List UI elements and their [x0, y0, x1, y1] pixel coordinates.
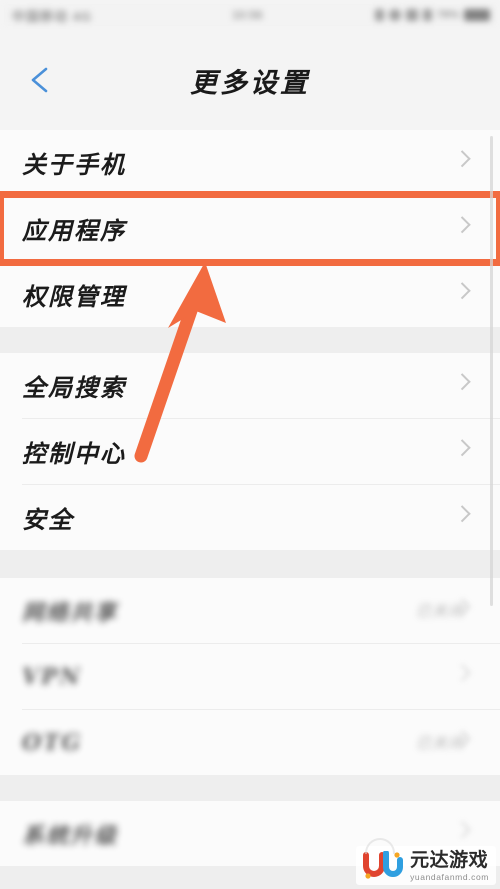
- chevron-right-glyph: [453, 281, 471, 299]
- page-title: 更多设置: [190, 67, 310, 99]
- settings-row-label: 网络共享: [22, 599, 119, 626]
- chevron-right-icon: [453, 644, 484, 709]
- settings-row-label: 应用程序: [22, 216, 126, 245]
- settings-row-label: 系统升级: [22, 822, 119, 849]
- settings-row[interactable]: OTG 已关闭: [0, 710, 500, 775]
- settings-row[interactable]: 全局搜索: [0, 353, 500, 418]
- chevron-left-icon: [31, 67, 48, 93]
- chevron-right-icon: [453, 485, 484, 550]
- group-separator: [0, 327, 500, 353]
- watermark-title: 元达游戏: [410, 849, 489, 871]
- settings-row-label: 权限管理: [22, 282, 126, 311]
- settings-row[interactable]: 控制中心: [0, 419, 500, 484]
- settings-row[interactable]: 关于手机: [0, 130, 500, 195]
- status-icons: 78%: [374, 9, 490, 21]
- chevron-right-glyph: [453, 504, 471, 522]
- chevron-right-icon: [453, 130, 484, 195]
- group-separator: [0, 775, 500, 801]
- settings-row-label: 全局搜索: [22, 373, 126, 402]
- back-button[interactable]: [18, 58, 62, 102]
- chevron-right-icon: [453, 262, 484, 327]
- watermark: 元达游戏 yuandafanmd.com: [356, 837, 496, 885]
- phone-screen: 中国移动 4G 10:56 78% 更多设置 关于手机应用程序权限管理全局搜索控…: [0, 0, 500, 889]
- status-carrier: 中国移动 4G: [12, 8, 92, 24]
- settings-row-label: OTG: [22, 729, 83, 756]
- settings-group: 关于手机应用程序权限管理: [0, 130, 500, 327]
- chevron-right-icon: [453, 578, 484, 643]
- battery-icon: [464, 9, 490, 21]
- settings-row[interactable]: 安全: [0, 485, 500, 550]
- chevron-right-icon: [453, 710, 484, 775]
- chevron-right-icon: [453, 419, 484, 484]
- chevron-right-icon: [453, 196, 484, 261]
- settings-row-label: 安全: [22, 505, 74, 534]
- settings-row-label: 关于手机: [22, 150, 126, 179]
- status-clock: 10:56: [232, 8, 263, 22]
- wifi-icon: [405, 9, 418, 21]
- battery-percent: 78%: [436, 9, 459, 21]
- settings-group: 网络共享 已关闭 VPN OTG 已关闭: [0, 578, 500, 775]
- settings-list[interactable]: 关于手机应用程序权限管理全局搜索控制中心安全网络共享 已关闭 VPN OTG 已关闭系统…: [0, 130, 500, 889]
- settings-row[interactable]: 网络共享 已关闭: [0, 578, 500, 643]
- chevron-right-glyph: [453, 597, 471, 615]
- chevron-right-glyph: [453, 663, 471, 681]
- watermark-url: yuandafanmd.com: [410, 871, 489, 882]
- status-bar: 中国移动 4G 10:56 78%: [0, 0, 500, 30]
- chevron-right-glyph: [453, 820, 471, 838]
- chevron-right-glyph: [453, 215, 471, 233]
- nav-bar: 更多设置: [0, 30, 500, 130]
- settings-row[interactable]: 权限管理: [0, 262, 500, 327]
- watermark-logo-icon: [363, 837, 404, 881]
- chevron-right-icon: [453, 353, 484, 418]
- chevron-right-glyph: [453, 438, 471, 456]
- settings-group: 全局搜索控制中心安全: [0, 353, 500, 550]
- bluetooth-icon: [388, 9, 401, 21]
- settings-row-label: 控制中心: [22, 439, 126, 468]
- group-separator: [0, 550, 500, 578]
- signal-icon: [422, 9, 432, 21]
- settings-row[interactable]: 应用程序: [0, 191, 500, 266]
- chevron-right-glyph: [453, 729, 471, 747]
- chevron-right-glyph: [453, 372, 471, 390]
- alarm-icon: [374, 9, 384, 21]
- vertical-scrollbar[interactable]: [490, 136, 493, 606]
- settings-row-label: VPN: [22, 663, 82, 690]
- chevron-right-glyph: [453, 149, 471, 167]
- settings-row[interactable]: VPN: [0, 644, 500, 709]
